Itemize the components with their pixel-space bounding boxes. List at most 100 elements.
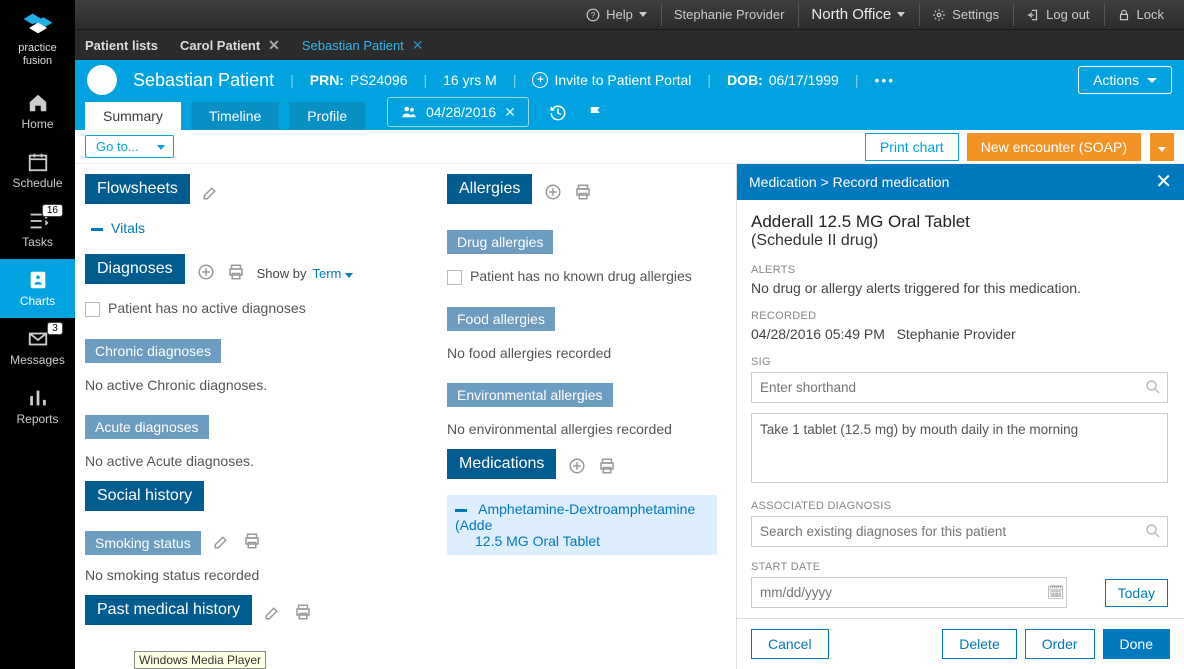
flowsheets-header: Flowsheets	[85, 174, 190, 204]
food-allergies-text: No food allergies recorded	[447, 345, 717, 361]
add-medication-button[interactable]	[568, 457, 586, 478]
no-active-dx-checkbox[interactable]	[85, 302, 100, 317]
help-menu[interactable]: ? Help	[574, 3, 659, 26]
vitals-link[interactable]: Vitals	[111, 220, 145, 236]
pencil-icon	[202, 183, 220, 201]
cancel-button[interactable]: Cancel	[751, 629, 829, 659]
printer-icon	[243, 532, 261, 550]
invite-portal-link[interactable]: +Invite to Patient Portal	[532, 72, 691, 88]
showby-control[interactable]: Show byTerm	[257, 266, 353, 281]
medication-link[interactable]: Amphetamine-Dextroamphetamine (Adde12.5 …	[455, 501, 695, 549]
office-select[interactable]: North Office	[798, 2, 917, 27]
flag-icon	[587, 104, 605, 122]
printer-icon	[598, 457, 616, 475]
medication-item[interactable]: Amphetamine-Dextroamphetamine (Adde12.5 …	[447, 495, 717, 555]
left-nav: practice fusion Home Schedule 16 Tasks C…	[0, 0, 75, 669]
acute-dx-header: Acute diagnoses	[85, 415, 209, 439]
nav-home[interactable]: Home	[0, 82, 75, 141]
alerts-text: No drug or allergy alerts triggered for …	[751, 280, 1168, 296]
action-row: Go to... Print chart New encounter (SOAP…	[75, 130, 1184, 164]
new-encounter-button[interactable]: New encounter (SOAP)	[967, 133, 1141, 161]
lock-link[interactable]: Lock	[1104, 3, 1176, 26]
help-icon: ?	[586, 8, 600, 22]
chevron-down-icon	[897, 12, 905, 17]
history-button[interactable]	[549, 104, 567, 125]
bullet-icon	[91, 228, 103, 231]
goto-select[interactable]: Go to...	[85, 135, 174, 158]
print-allergies-button[interactable]	[574, 183, 592, 204]
tab-sebastian[interactable]: Sebastian Patient✕	[302, 37, 424, 54]
charts-icon	[27, 269, 49, 291]
chevron-down-icon	[1147, 78, 1157, 83]
edit-button[interactable]	[202, 183, 220, 204]
start-date-input[interactable]	[751, 577, 1067, 608]
subtab-profile[interactable]: Profile	[289, 102, 365, 130]
settings-link[interactable]: Settings	[919, 3, 1011, 26]
medication-title: Adderall 12.5 MG Oral Tablet	[751, 212, 1168, 232]
nav-schedule[interactable]: Schedule	[0, 141, 75, 200]
assoc-dx-label: ASSOCIATED DIAGNOSIS	[751, 500, 1168, 512]
actions-button[interactable]: Actions	[1078, 66, 1172, 94]
alerts-label: ALERTS	[751, 264, 1168, 276]
close-icon[interactable]: ✕	[504, 104, 516, 121]
printer-icon	[227, 263, 245, 281]
nav-tasks[interactable]: 16 Tasks	[0, 200, 75, 259]
chevron-down-icon	[1158, 147, 1166, 152]
print-chart-button[interactable]: Print chart	[865, 133, 959, 161]
close-icon[interactable]: ✕	[268, 37, 280, 54]
new-encounter-dropdown[interactable]	[1150, 133, 1174, 161]
printer-icon	[294, 603, 312, 621]
summary-column-1: Flowsheets Vitals Diagnoses Show byTerm …	[75, 164, 437, 669]
encounter-date-tab[interactable]: 04/28/2016 ✕	[387, 97, 529, 127]
search-icon	[1144, 378, 1162, 396]
today-button[interactable]: Today	[1105, 579, 1168, 607]
add-diagnosis-button[interactable]	[197, 263, 215, 284]
flag-button[interactable]	[587, 104, 605, 125]
tab-patient-lists[interactable]: Patient lists	[85, 38, 158, 53]
sig-shorthand-input[interactable]	[751, 372, 1168, 403]
logout-link[interactable]: Log out	[1013, 3, 1101, 26]
brand-logo: practice fusion	[0, 0, 75, 82]
medication-panel: Medication > Record medication ✕ Adderal…	[736, 164, 1184, 669]
edit-smoking-button[interactable]	[213, 532, 231, 553]
logout-icon	[1026, 8, 1040, 22]
chevron-down-icon	[639, 12, 647, 17]
patient-tabs: Patient lists Carol Patient✕ Sebastian P…	[75, 30, 1184, 60]
order-button[interactable]: Order	[1025, 629, 1095, 659]
chronic-dx-header: Chronic diagnoses	[85, 339, 221, 363]
bullet-icon	[455, 509, 467, 512]
add-allergy-button[interactable]	[544, 183, 562, 204]
print-diagnoses-button[interactable]	[227, 263, 245, 284]
nav-reports[interactable]: Reports	[0, 377, 75, 436]
done-button[interactable]: Done	[1103, 629, 1170, 659]
env=: No environmental allergies recorded	[447, 421, 717, 437]
gear-icon	[932, 8, 946, 22]
print-pmh-button[interactable]	[294, 603, 312, 624]
subtab-timeline[interactable]: Timeline	[191, 102, 279, 130]
print-smoking-button[interactable]	[243, 532, 261, 553]
tasks-badge: 16	[42, 204, 63, 217]
tab-carol[interactable]: Carol Patient✕	[180, 37, 280, 54]
no-drug-allergies-checkbox[interactable]	[447, 270, 462, 285]
more-menu[interactable]: •••	[874, 72, 895, 88]
nav-charts[interactable]: Charts	[0, 259, 75, 318]
close-icon[interactable]: ✕	[412, 37, 424, 54]
panel-close-button[interactable]: ✕	[1155, 172, 1172, 192]
summary-column-2: Allergies Drug allergies Patient has no …	[437, 164, 727, 669]
assoc-dx-input[interactable]	[751, 516, 1168, 547]
sig-textarea[interactable]	[751, 413, 1168, 483]
plus-circle-icon	[197, 263, 215, 281]
patient-name: Sebastian Patient	[133, 70, 274, 91]
delete-button[interactable]: Delete	[942, 629, 1016, 659]
search-icon	[1144, 522, 1162, 540]
patient-avatar	[87, 65, 117, 95]
print-medications-button[interactable]	[598, 457, 616, 478]
recorded-info: 04/28/2016 05:49 PM Stephanie Provider	[751, 326, 1168, 342]
nav-messages[interactable]: 3 Messages	[0, 318, 75, 377]
home-icon	[27, 92, 49, 114]
subtab-summary[interactable]: Summary	[85, 102, 181, 130]
panel-header: Medication > Record medication ✕	[737, 164, 1184, 200]
history-icon	[549, 104, 567, 122]
edit-pmh-button[interactable]	[264, 603, 282, 624]
people-icon	[400, 103, 418, 121]
